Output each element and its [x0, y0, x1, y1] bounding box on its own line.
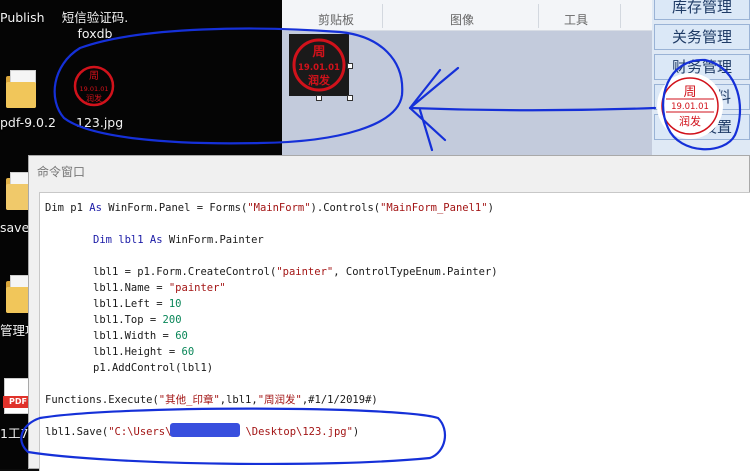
stamp-icon: 周 19.01.01 润发 [292, 38, 346, 92]
svg-text:周: 周 [683, 85, 696, 100]
code-line: lbl1.Top = 200 [93, 314, 182, 326]
svg-text:周: 周 [89, 70, 99, 82]
code-editor[interactable]: Dim p1 As WinForm.Panel = Forms("MainFor… [39, 192, 750, 471]
code-line: Functions.Execute("其他_印章",lbl1,"周润发",#1/… [45, 394, 378, 406]
command-window: 命令窗口 Dim p1 As WinForm.Panel = Forms("Ma… [28, 155, 750, 471]
ribbon-toolbar: 剪贴板 图像 工具 [282, 0, 652, 31]
svg-text:周: 周 [312, 45, 325, 60]
desktop-item-pdf-label[interactable]: pdf-9.0.2 [0, 115, 56, 131]
code-line: Dim lbl1 As WinForm.Painter [93, 234, 264, 246]
resize-handle[interactable] [347, 95, 353, 101]
svg-text:润发: 润发 [86, 93, 102, 103]
code-line: lbl1.Save("C:\Users\ \Desktop\123.jpg") [45, 426, 360, 438]
desktop-item-123jpg-label[interactable]: 123.jpg [76, 115, 123, 131]
folder-icon[interactable] [6, 70, 36, 108]
code-line: lbl1.Height = 60 [93, 346, 195, 358]
code-line: p1.AddControl(lbl1) [93, 362, 214, 374]
ribbon-group-image[interactable]: 图像 [450, 11, 474, 28]
stamp-image-icon[interactable]: 周 19.01.01 润发 [72, 64, 116, 108]
ribbon-group-tools[interactable]: 工具 [564, 11, 588, 28]
code-line: lbl1.Name = "painter" [93, 282, 226, 294]
desktop-item-publish-label[interactable]: Publish [0, 10, 45, 26]
selected-stamp-image[interactable]: 周 19.01.01 润发 [289, 34, 349, 96]
svg-text:19.01.01: 19.01.01 [80, 85, 109, 93]
nav-item-customs[interactable]: 关务管理 [654, 24, 750, 50]
code-line: Dim p1 As WinForm.Panel = Forms("MainFor… [45, 202, 494, 214]
svg-text:润发: 润发 [308, 73, 331, 87]
svg-text:19.01.01: 19.01.01 [671, 102, 709, 112]
svg-text:润发: 润发 [679, 114, 701, 128]
svg-text:19.01.01: 19.01.01 [298, 63, 340, 73]
resize-handle[interactable] [316, 95, 322, 101]
code-line: lbl1 = p1.Form.CreateControl("painter", … [93, 266, 498, 278]
code-line: lbl1.Left = 10 [93, 298, 182, 310]
code-line: lbl1.Width = 60 [93, 330, 188, 342]
desktop-item-save-label[interactable]: save [0, 220, 29, 236]
stamp-preview: 周 19.01.01 润发 [657, 73, 723, 139]
desktop-item-foxdb-label[interactable]: 短信验证码. foxdb [60, 10, 130, 42]
resize-handle[interactable] [347, 63, 353, 69]
ribbon-group-clipboard[interactable]: 剪贴板 [318, 11, 354, 28]
stamp-icon: 周 19.01.01 润发 [661, 77, 719, 135]
command-window-title: 命令窗口 [37, 165, 86, 179]
nav-item-inventory[interactable]: 库存管理 [654, 0, 750, 20]
